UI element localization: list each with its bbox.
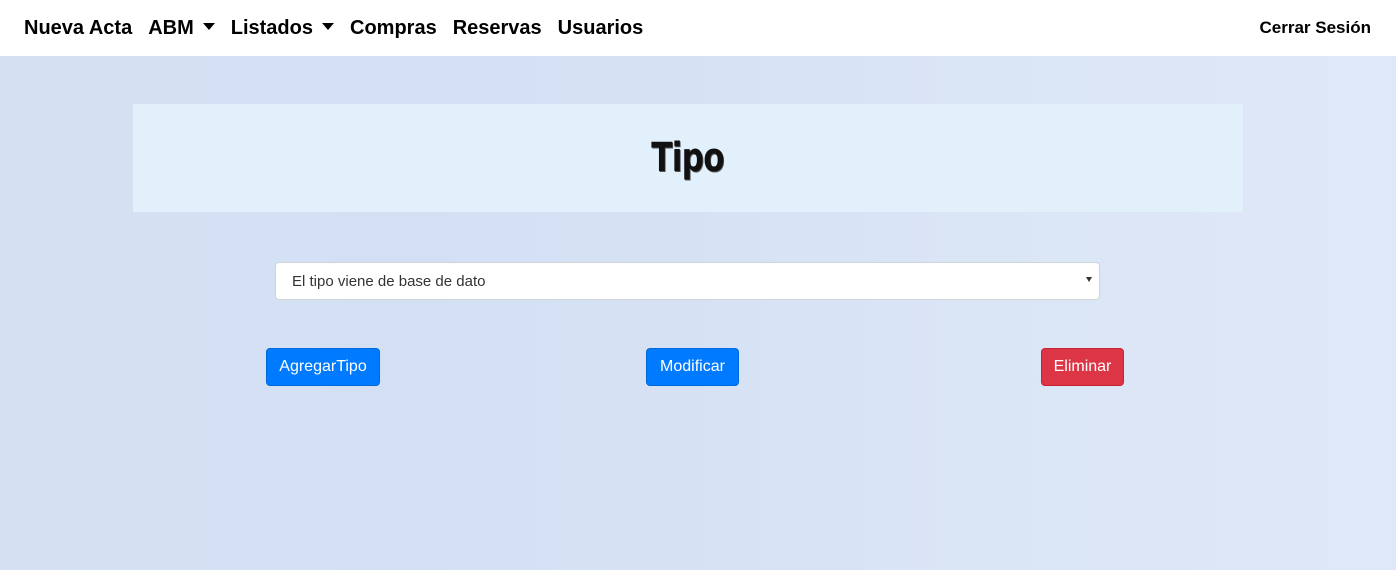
nav-menu: Nueva Acta ABM Listados Compras Reservas… xyxy=(24,0,659,56)
nav-item-usuarios[interactable]: Usuarios xyxy=(558,17,644,40)
nav-item-compras[interactable]: Compras xyxy=(350,17,437,40)
tipo-select[interactable]: El tipo viene de base de dato xyxy=(275,262,1100,300)
top-navbar: Nueva Acta ABM Listados Compras Reservas… xyxy=(0,0,1396,56)
nav-item-nueva-acta[interactable]: Nueva Acta xyxy=(24,17,132,40)
modify-button[interactable]: Modificar xyxy=(646,348,739,386)
nav-item-abm[interactable]: ABM xyxy=(148,17,215,40)
add-tipo-button[interactable]: AgregarTipo xyxy=(266,348,380,386)
nav-item-label: Compras xyxy=(350,16,437,39)
page-title: Tipo xyxy=(651,135,725,181)
delete-button[interactable]: Eliminar xyxy=(1041,348,1124,386)
caret-down-icon xyxy=(202,23,215,30)
logout-link[interactable]: Cerrar Sesión xyxy=(1260,0,1372,56)
tipo-select-value: El tipo viene de base de dato xyxy=(292,272,486,290)
chevron-down-icon xyxy=(1086,277,1092,282)
nav-item-label: Listados xyxy=(230,16,313,39)
page-header: Tipo xyxy=(133,104,1243,212)
nav-item-label: ABM xyxy=(148,16,194,39)
nav-item-reservas[interactable]: Reservas xyxy=(453,17,542,40)
nav-item-label: Nueva Acta xyxy=(24,16,133,39)
nav-item-label: Reservas xyxy=(452,16,542,39)
caret-down-icon xyxy=(322,23,334,30)
nav-item-listados[interactable]: Listados xyxy=(231,17,334,40)
nav-item-label: Usuarios xyxy=(557,16,644,39)
